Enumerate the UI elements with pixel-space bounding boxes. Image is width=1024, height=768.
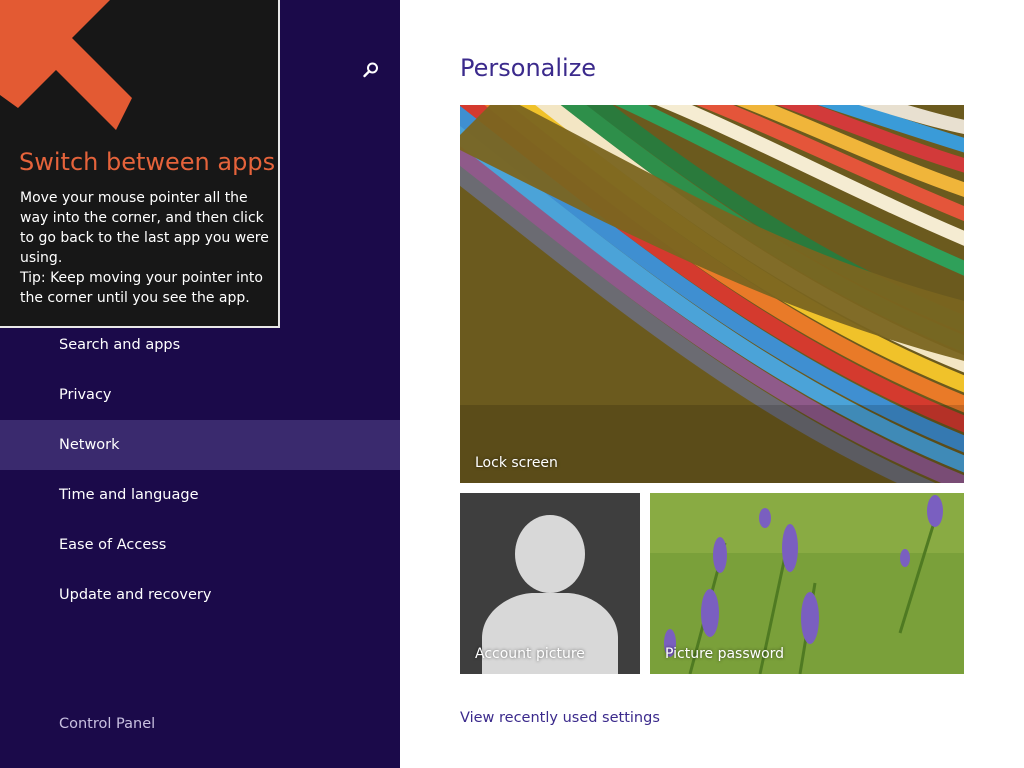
tip-body: Move your mouse pointer all the way into…	[20, 188, 270, 308]
nav-item-ease-of-access[interactable]: Ease of Access	[0, 520, 400, 570]
lock-screen-tile[interactable]: Lock screen	[460, 105, 964, 483]
nav-item-time-and-language[interactable]: Time and language	[0, 470, 400, 520]
settings-category-list: Search and apps Privacy Network Time and…	[0, 320, 400, 620]
search-icon[interactable]	[362, 61, 380, 79]
tip-body-text: Move your mouse pointer all the way into…	[20, 190, 269, 266]
nav-item-update-and-recovery[interactable]: Update and recovery	[0, 570, 400, 620]
corner-arrow-icon	[0, 0, 132, 130]
switch-apps-tip: Switch between apps Move your mouse poin…	[0, 0, 280, 328]
picture-password-label: Picture password	[665, 646, 785, 662]
nav-item-network[interactable]: Network	[0, 420, 400, 470]
view-recent-settings-link[interactable]: View recently used settings	[460, 710, 660, 726]
control-panel-link[interactable]: Control Panel	[59, 716, 155, 732]
tip-hint-text: Tip: Keep moving your pointer into the c…	[20, 270, 263, 306]
page-title: Personalize	[460, 54, 597, 82]
lock-screen-image	[460, 105, 964, 483]
tip-title: Switch between apps	[19, 148, 276, 176]
picture-password-tile[interactable]: Picture password	[650, 493, 964, 674]
lock-screen-label: Lock screen	[475, 455, 558, 471]
account-picture-tile[interactable]: Account picture	[460, 493, 640, 674]
account-picture-label: Account picture	[475, 646, 585, 662]
nav-item-privacy[interactable]: Privacy	[0, 370, 400, 420]
